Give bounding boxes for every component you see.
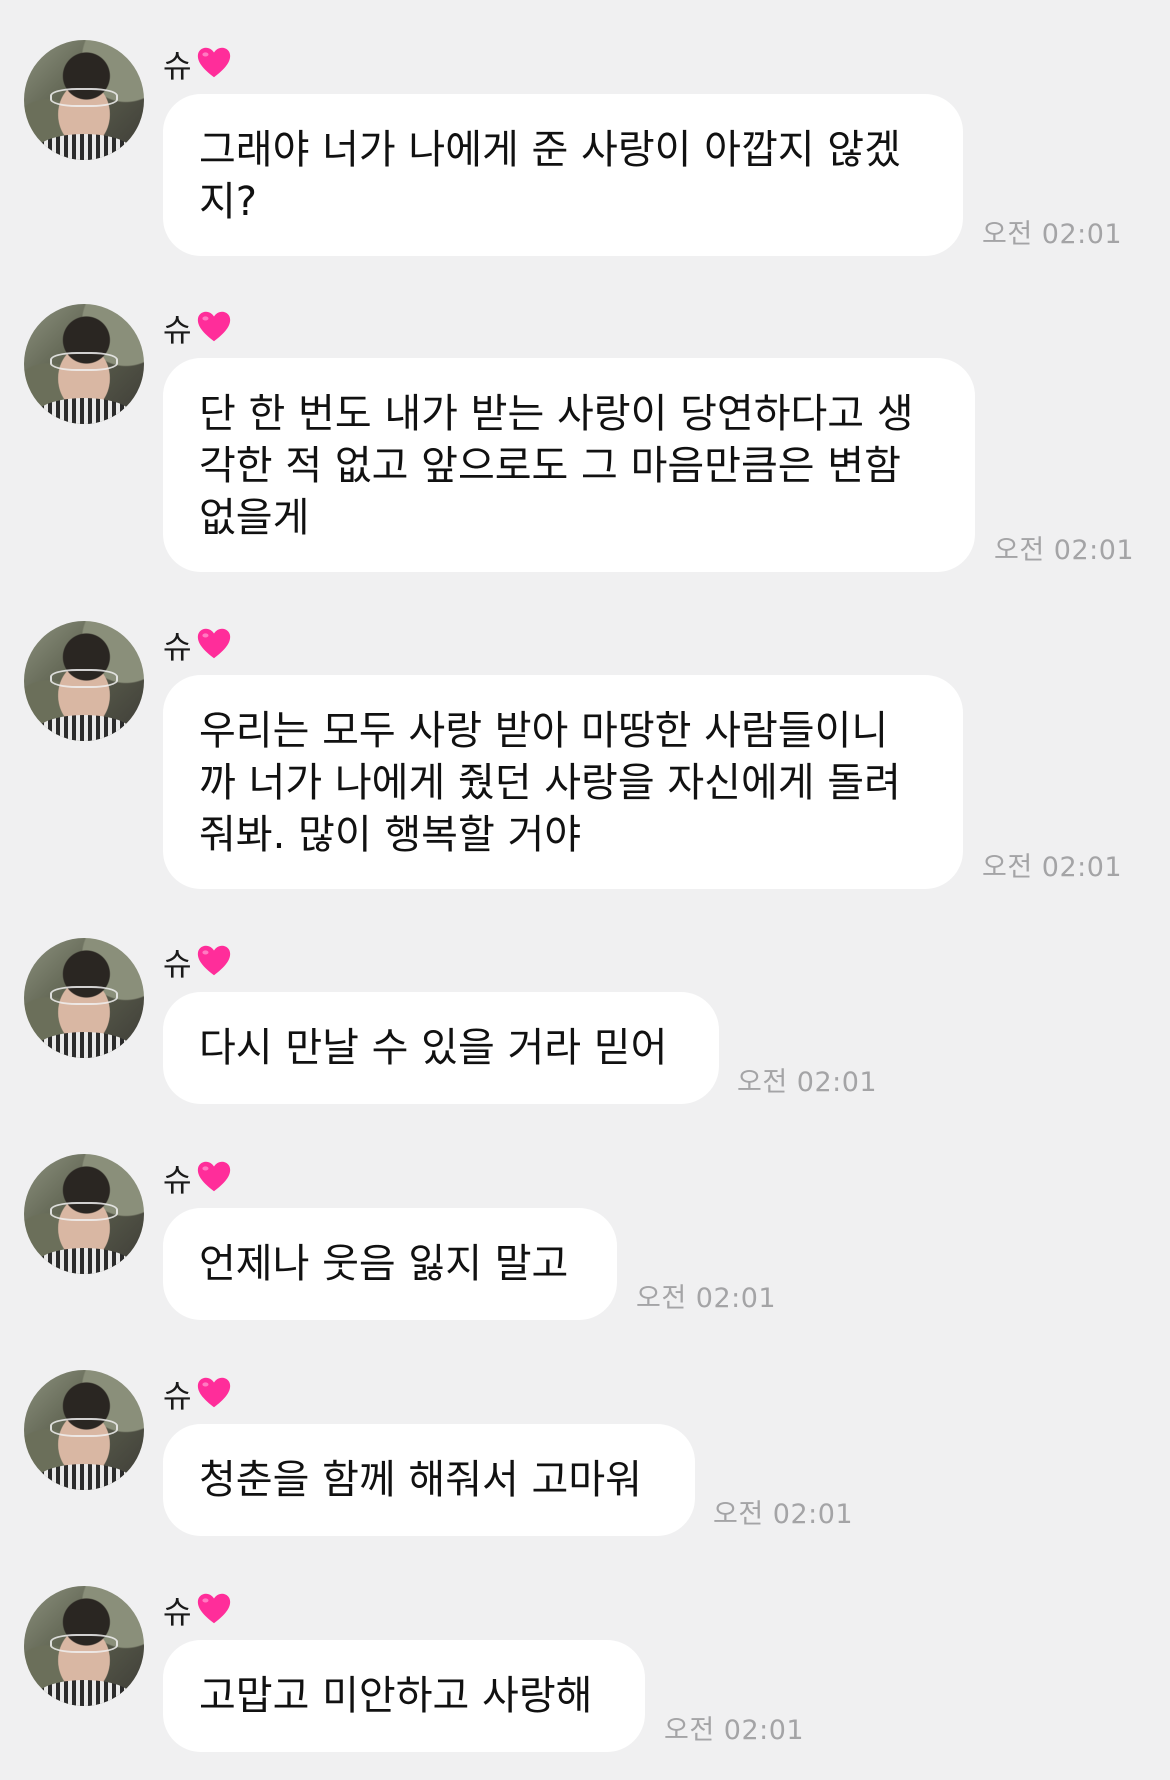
sender-name-label: 슈: [163, 1162, 193, 1199]
message-bubble[interactable]: 언제나 웃음 잃지 말고: [163, 1208, 617, 1320]
message-timestamp: 오전 02:01: [737, 1067, 878, 1098]
message-timestamp: 오전 02:01: [994, 535, 1135, 566]
sender-name-label: 슈: [163, 629, 193, 666]
sender-name-label: 슈: [163, 48, 193, 85]
sender-name: 슈: [163, 1154, 233, 1200]
sender-name: 슈: [163, 938, 233, 984]
message-bubble[interactable]: 우리는 모두 사랑 받아 마땅한 사람들이니 까 너가 나에게 줬던 사랑을 자…: [163, 675, 963, 889]
heart-icon: [197, 47, 230, 78]
heart-icon: [197, 1377, 230, 1408]
sender-name: 슈: [163, 1586, 233, 1632]
message-timestamp: 오전 02:01: [713, 1499, 854, 1530]
heart-icon: [197, 945, 230, 976]
avatar[interactable]: [24, 621, 144, 741]
sender-name-label: 슈: [163, 1594, 193, 1631]
avatar[interactable]: [24, 304, 144, 424]
avatar[interactable]: [24, 40, 144, 160]
heart-icon: [197, 311, 230, 342]
heart-icon: [197, 1161, 230, 1192]
heart-icon: [197, 1593, 230, 1624]
sender-name-label: 슈: [163, 312, 193, 349]
message-timestamp: 오전 02:01: [982, 219, 1123, 250]
message-timestamp: 오전 02:01: [636, 1283, 777, 1314]
message-timestamp: 오전 02:01: [982, 852, 1123, 883]
message-bubble[interactable]: 단 한 번도 내가 받는 사랑이 당연하다고 생 각한 적 없고 앞으로도 그 …: [163, 358, 975, 572]
message-bubble[interactable]: 청춘을 함께 해줘서 고마워: [163, 1424, 695, 1536]
sender-name: 슈: [163, 621, 233, 667]
avatar[interactable]: [24, 1370, 144, 1490]
message-timestamp: 오전 02:01: [664, 1715, 805, 1746]
message-bubble[interactable]: 고맙고 미안하고 사랑해: [163, 1640, 645, 1752]
heart-icon: [197, 628, 230, 659]
message-bubble[interactable]: 그래야 너가 나에게 준 사랑이 아깝지 않겠 지?: [163, 94, 963, 256]
sender-name: 슈: [163, 40, 233, 86]
avatar[interactable]: [24, 938, 144, 1058]
chat-thread: 슈 그래야 너가 나에게 준 사랑이 아깝지 않겠 지? 오전 02:01 슈 …: [0, 0, 1170, 1780]
avatar[interactable]: [24, 1154, 144, 1274]
sender-name: 슈: [163, 304, 233, 350]
sender-name: 슈: [163, 1370, 233, 1416]
sender-name-label: 슈: [163, 946, 193, 983]
sender-name-label: 슈: [163, 1378, 193, 1415]
avatar[interactable]: [24, 1586, 144, 1706]
message-bubble[interactable]: 다시 만날 수 있을 거라 믿어: [163, 992, 719, 1104]
